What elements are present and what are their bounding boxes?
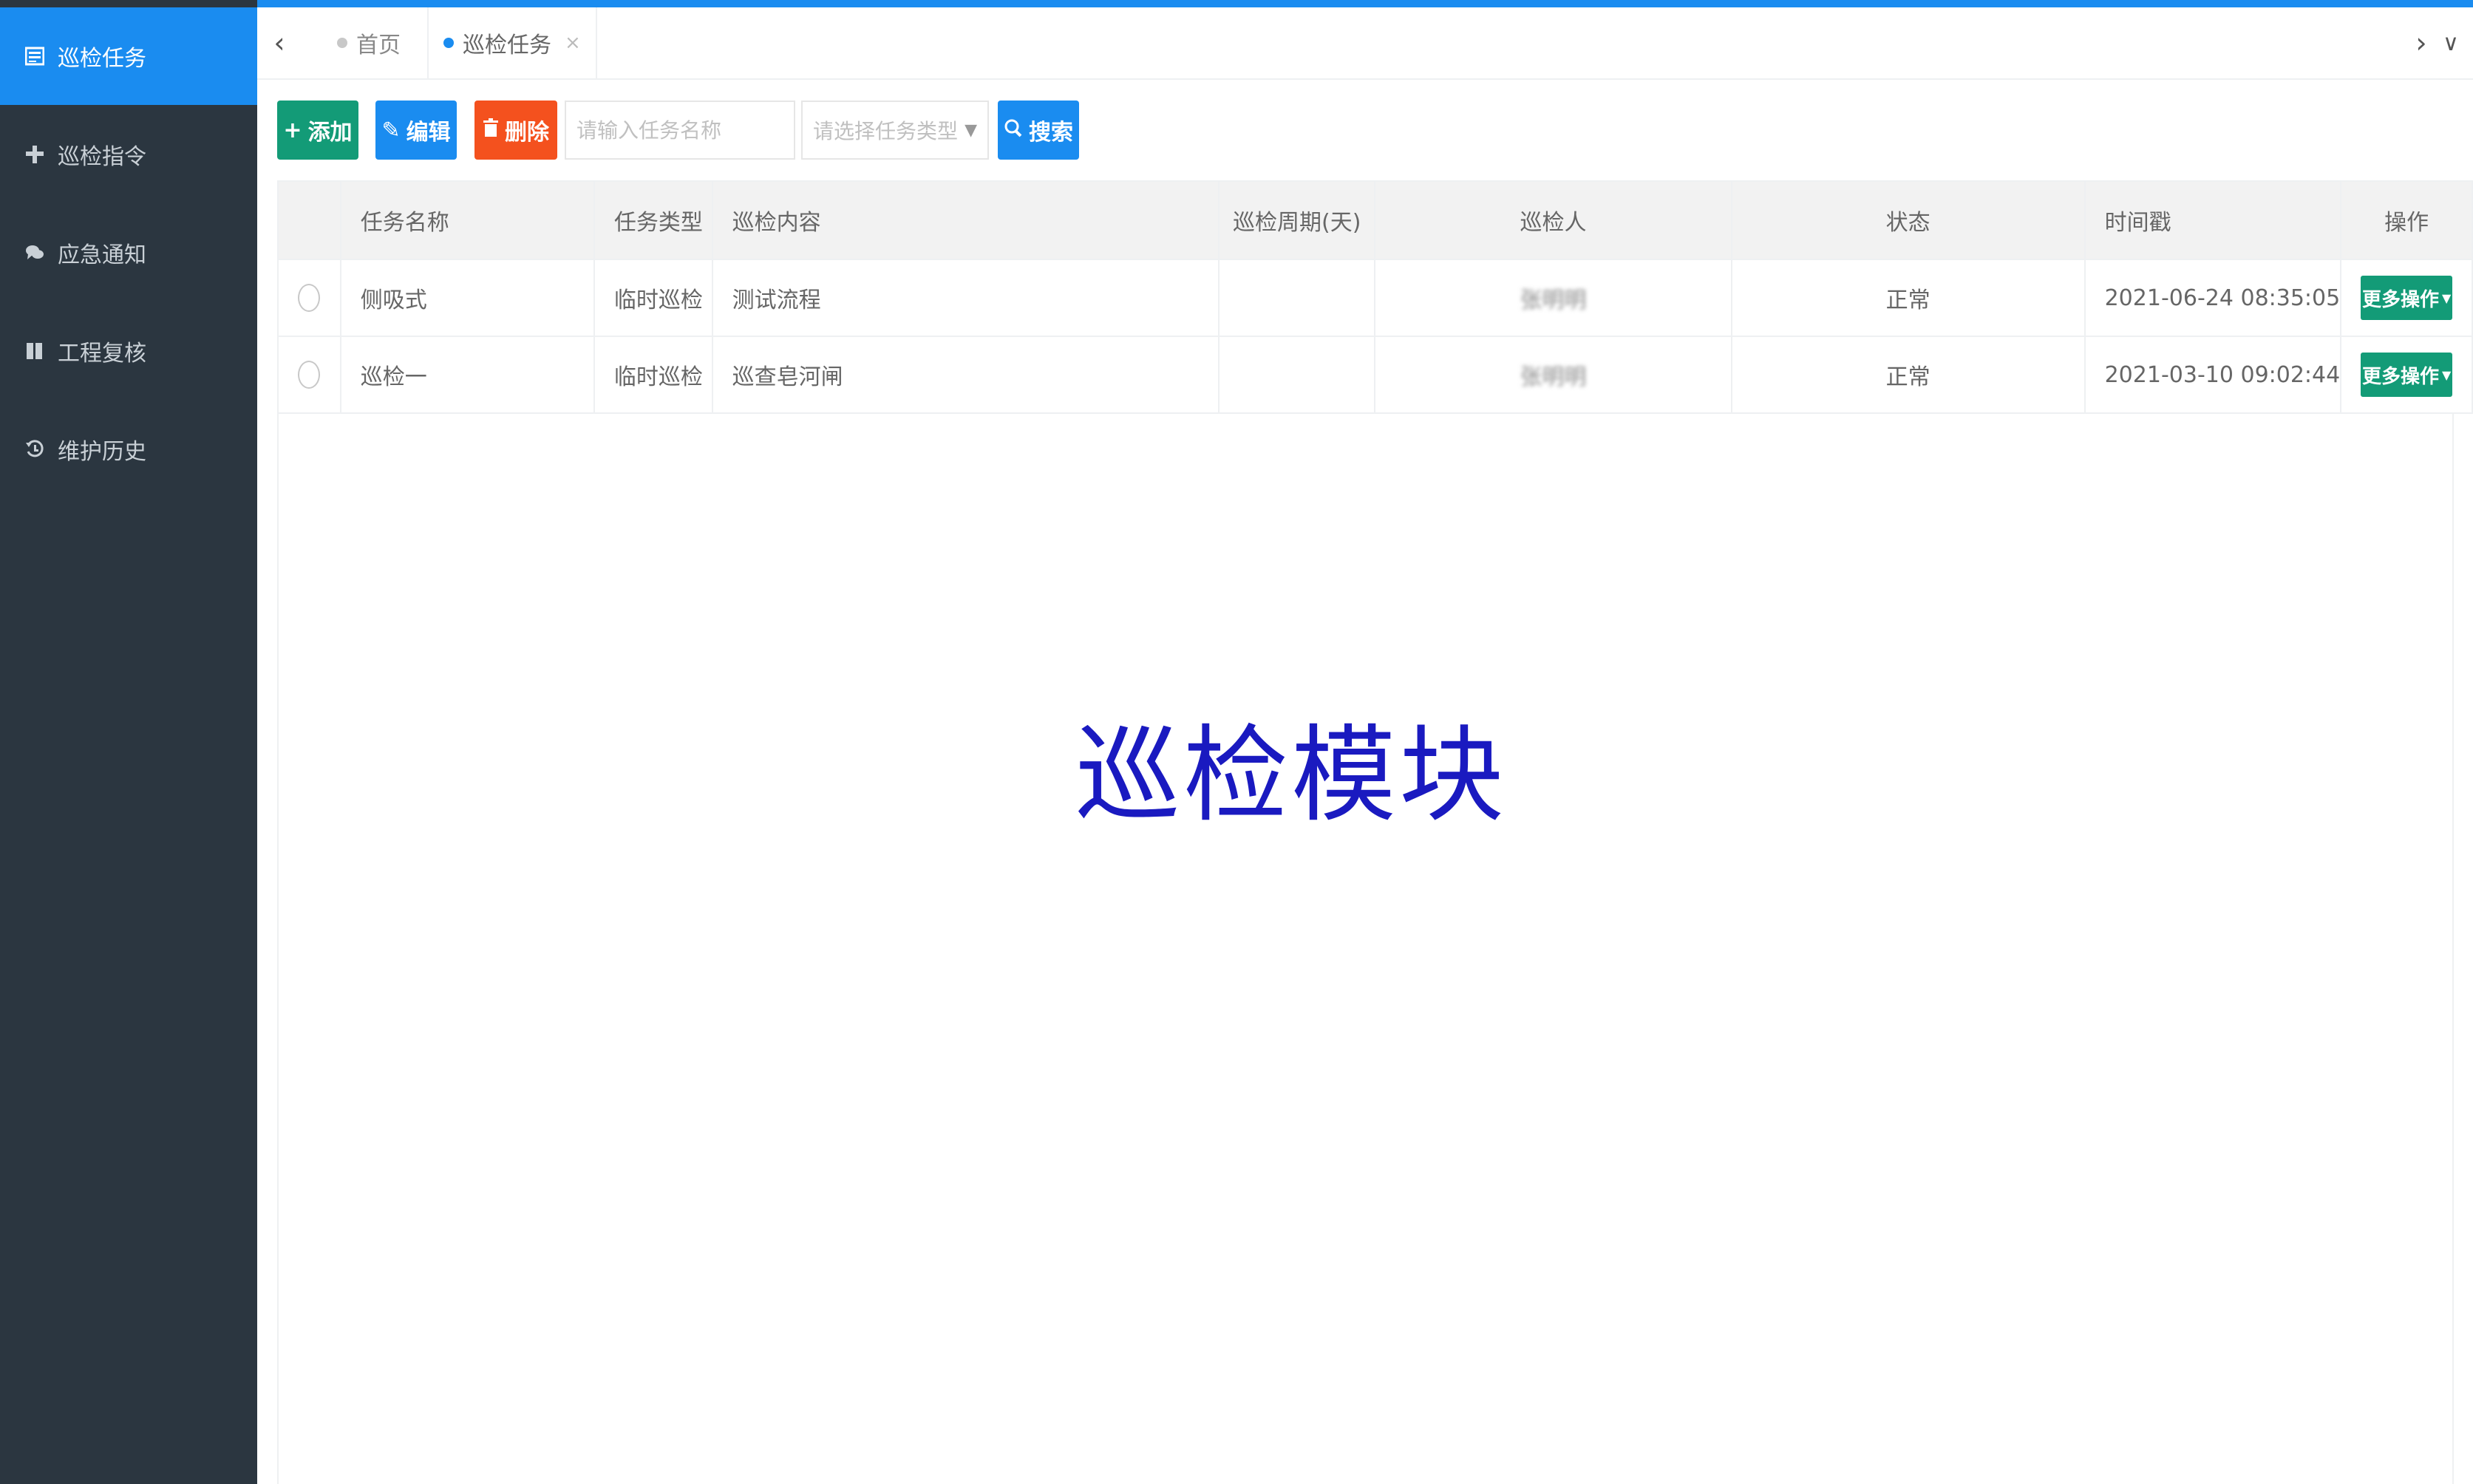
cell-content: 测试流程 <box>711 259 1220 337</box>
cell-inspector-cell: 张明明 <box>1374 259 1732 337</box>
sidebar-item-label: 巡检指令 <box>58 144 146 170</box>
cell-actions: 更多操作 ▼ <box>2340 259 2473 337</box>
row-radio[interactable] <box>298 361 321 389</box>
chevron-right-icon: › <box>2415 27 2427 59</box>
search-icon <box>1004 118 1023 143</box>
table-header-row: 任务名称 任务类型 巡检内容 巡检周期(天) 巡检人 状态 时间戳 操作 <box>277 180 2473 260</box>
row-select-cell <box>277 259 341 337</box>
tab-label: 巡检任务 <box>463 33 551 58</box>
column-header-content[interactable]: 巡检内容 <box>711 180 1220 260</box>
column-header-select <box>277 180 341 260</box>
column-header-actions: 操作 <box>2340 180 2473 260</box>
module-caption: 巡检模块 <box>1075 715 1507 837</box>
trash-icon <box>483 118 499 143</box>
chevron-left-icon: ‹ <box>273 27 285 59</box>
column-header-task-name[interactable]: 任务名称 <box>339 180 595 260</box>
cell-actions: 更多操作 ▼ <box>2340 336 2473 414</box>
tab-dot-icon <box>337 38 347 48</box>
tabs-menu-button[interactable]: ∨ <box>2429 7 2473 78</box>
sidebar-item-patrol-tasks[interactable]: 巡检任务 <box>0 7 257 105</box>
chevron-down-icon: ∨ <box>2443 30 2459 56</box>
caret-down-icon: ▼ <box>2441 290 2452 305</box>
column-header-status[interactable]: 状态 <box>1730 180 2086 260</box>
cell-inspector: 张明明 <box>1520 364 1587 390</box>
sidebar-item-label: 工程复核 <box>58 341 146 367</box>
cell-inspector-cell: 张明明 <box>1374 336 1732 414</box>
delete-button[interactable]: 删除 <box>474 101 557 160</box>
caret-down-icon: ▼ <box>965 120 977 140</box>
table-row[interactable]: 侧吸式 临时巡检 测试流程 张明明 正常 2021-06-24 08:35:05… <box>277 259 2473 337</box>
column-header-inspector[interactable]: 巡检人 <box>1374 180 1732 260</box>
cell-status: 正常 <box>1730 259 2086 337</box>
table-row[interactable]: 巡检一 临时巡检 巡查皂河闸 张明明 正常 2021-03-10 09:02:4… <box>277 336 2473 414</box>
edit-button[interactable]: ✎ 编辑 <box>375 101 457 160</box>
more-actions-label: 更多操作 <box>2361 365 2439 388</box>
sidebar-item-label: 应急通知 <box>58 242 146 268</box>
search-button[interactable]: 搜索 <box>998 101 1079 160</box>
row-select-cell <box>277 336 341 414</box>
sidebar-item-project-review[interactable]: 工程复核 <box>0 302 257 400</box>
more-actions-button[interactable]: 更多操作 ▼ <box>2361 353 2453 397</box>
cell-content: 巡查皂河闸 <box>711 336 1220 414</box>
sidebar-item-maintenance-history[interactable]: 维护历史 <box>0 401 257 498</box>
history-icon <box>24 438 46 460</box>
tab-home[interactable]: 首页 <box>322 7 415 78</box>
tab-bar: ‹ 首页 巡检任务 × › ∨ <box>257 7 2473 80</box>
row-radio[interactable] <box>298 284 321 312</box>
sidebar-item-label: 维护历史 <box>58 439 146 465</box>
cell-timestamp: 2021-06-24 08:35:05 <box>2083 259 2342 337</box>
sidebar: 巡检任务 巡检指令 应急通知 工程复核 维护历史 <box>0 0 257 1484</box>
cross-icon <box>24 143 46 166</box>
edit-button-label: 编辑 <box>406 120 451 146</box>
sidebar-item-label: 巡检任务 <box>58 46 146 72</box>
caret-down-icon: ▼ <box>2441 367 2452 382</box>
list-icon <box>24 45 46 67</box>
delete-button-label: 删除 <box>505 120 549 146</box>
more-actions-label: 更多操作 <box>2361 288 2439 311</box>
cell-task-name: 侧吸式 <box>339 259 595 337</box>
cell-cycle <box>1218 259 1376 337</box>
column-header-cycle[interactable]: 巡检周期(天) <box>1218 180 1376 260</box>
chat-icon <box>24 242 46 264</box>
cell-task-name: 巡检一 <box>339 336 595 414</box>
tab-patrol-tasks[interactable]: 巡检任务 × <box>427 7 597 78</box>
plus-icon: + <box>283 117 302 143</box>
task-type-select[interactable]: 请选择任务类型 ▼ <box>801 101 989 160</box>
task-type-select-placeholder: 请选择任务类型 <box>813 119 959 143</box>
book-icon <box>24 340 46 362</box>
top-accent-bar <box>0 0 2473 7</box>
tab-label: 首页 <box>356 33 401 58</box>
close-icon[interactable]: × <box>565 32 581 54</box>
tab-dot-icon <box>443 38 454 48</box>
cell-cycle <box>1218 336 1376 414</box>
more-actions-button[interactable]: 更多操作 ▼ <box>2361 276 2453 320</box>
cell-inspector: 张明明 <box>1520 287 1587 313</box>
cell-timestamp: 2021-03-10 09:02:44 <box>2083 336 2342 414</box>
column-header-timestamp[interactable]: 时间戳 <box>2083 180 2342 260</box>
cell-task-type: 临时巡检 <box>593 259 713 337</box>
search-button-label: 搜索 <box>1029 120 1073 146</box>
add-button[interactable]: + 添加 <box>277 101 358 160</box>
pencil-icon: ✎ <box>381 117 401 143</box>
cell-task-type: 临时巡检 <box>593 336 713 414</box>
sidebar-item-emergency-notice[interactable]: 应急通知 <box>0 204 257 302</box>
column-header-task-type[interactable]: 任务类型 <box>593 180 713 260</box>
add-button-label: 添加 <box>307 120 353 146</box>
tabs-prev-button[interactable]: ‹ <box>257 7 302 78</box>
sidebar-item-patrol-commands[interactable]: 巡检指令 <box>0 106 257 203</box>
task-table: 任务名称 任务类型 巡检内容 巡检周期(天) 巡检人 状态 时间戳 操作 侧吸式… <box>277 180 2473 414</box>
cell-status: 正常 <box>1730 336 2086 414</box>
task-name-search-input[interactable] <box>565 101 795 160</box>
